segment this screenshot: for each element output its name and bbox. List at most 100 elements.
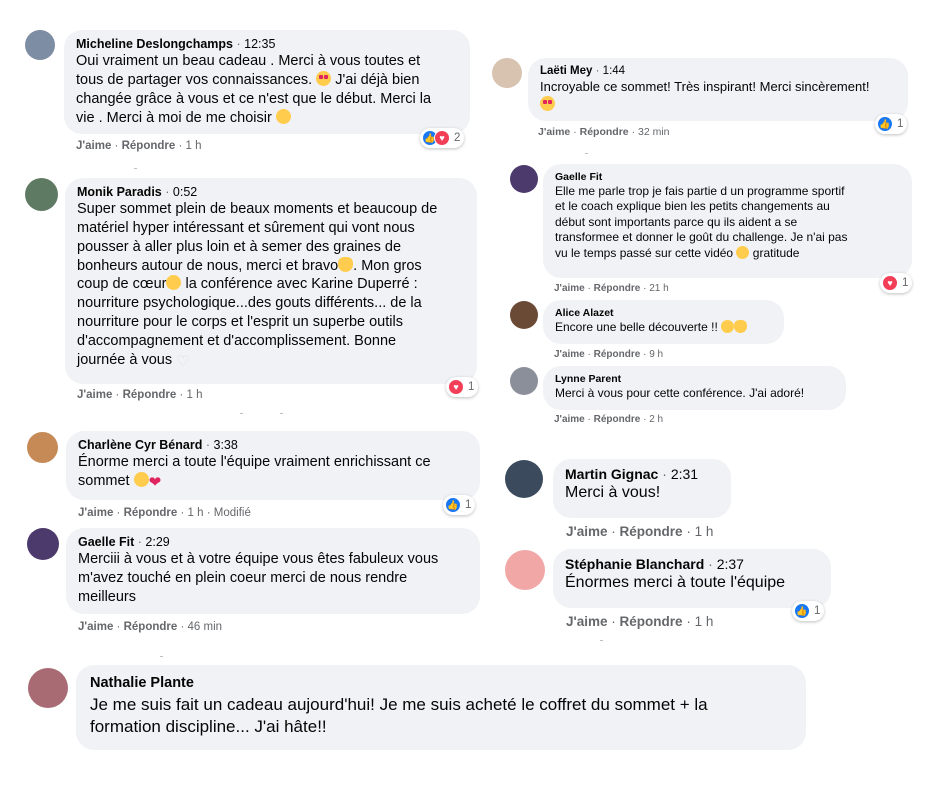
author-name[interactable]: Laëti Mey bbox=[540, 65, 592, 77]
reply-button[interactable]: Répondre bbox=[123, 389, 177, 401]
reaction-count: 1 bbox=[468, 381, 475, 393]
comment-bubble: Laëti Mey · 1:44 Incroyable ce sommet! T… bbox=[528, 58, 908, 121]
comment-actions: J'aime · Répondre · 1 h bbox=[566, 524, 714, 539]
reaction-summary[interactable]: ♥ 1 bbox=[880, 273, 913, 293]
reaction-count: 1 bbox=[465, 499, 472, 511]
like-button[interactable]: J'aime bbox=[538, 126, 570, 138]
comment-text: Oui vraiment un beau cadeau . Merci à vo… bbox=[76, 53, 432, 126]
like-button[interactable]: J'aime bbox=[78, 621, 113, 633]
separator: · bbox=[708, 556, 713, 572]
comment-age[interactable]: 1 h bbox=[695, 614, 714, 629]
author-name[interactable]: Gaelle Fit bbox=[78, 535, 134, 549]
comment-actions: J'aime · Répondre · 2 h bbox=[554, 414, 664, 425]
like-button[interactable]: J'aime bbox=[554, 283, 585, 294]
comment-actions: J'aime · Répondre · 32 min bbox=[538, 126, 670, 138]
smiling-emoji-icon bbox=[736, 245, 750, 259]
avatar[interactable] bbox=[28, 668, 68, 708]
timestamp[interactable]: 2:31 bbox=[671, 466, 698, 482]
timestamp[interactable]: 3:38 bbox=[214, 438, 238, 452]
comment-age[interactable]: 1 h bbox=[695, 524, 714, 539]
author-name[interactable]: Lynne Parent bbox=[555, 373, 621, 385]
comment-age[interactable]: 1 h bbox=[187, 389, 203, 401]
comment-age[interactable]: 1 h bbox=[186, 140, 202, 152]
timestamp[interactable]: 12:35 bbox=[244, 37, 275, 51]
avatar[interactable] bbox=[27, 432, 58, 463]
avatar[interactable] bbox=[505, 550, 545, 590]
comment-bubble: Charlène Cyr Bénard · 3:38 Énorme merci … bbox=[66, 431, 480, 500]
reply-button[interactable]: Répondre bbox=[594, 283, 641, 294]
comment-bubble: Gaelle Fit · 2:29 Merciii à vous et à vo… bbox=[66, 528, 480, 614]
author-name[interactable]: Gaelle Fit bbox=[555, 171, 602, 183]
like-button[interactable]: J'aime bbox=[76, 140, 111, 152]
timestamp[interactable]: 2:29 bbox=[145, 535, 169, 549]
reply-button[interactable]: Répondre bbox=[122, 140, 176, 152]
reply-button[interactable]: Répondre bbox=[594, 414, 641, 425]
reply-button[interactable]: Répondre bbox=[620, 524, 683, 539]
author-name[interactable]: Nathalie Plante bbox=[90, 675, 194, 691]
avatar[interactable] bbox=[510, 367, 538, 395]
like-button[interactable]: J'aime bbox=[566, 614, 608, 629]
reply-button[interactable]: Répondre bbox=[594, 349, 641, 360]
like-reaction-icon: 👍 bbox=[445, 497, 461, 513]
comment-age[interactable]: 9 h bbox=[649, 349, 663, 360]
comment-age[interactable]: 2 h bbox=[649, 414, 663, 425]
reaction-summary[interactable]: ♥ 1 bbox=[446, 377, 479, 397]
timestamp[interactable]: 1:44 bbox=[603, 65, 625, 77]
reply-button[interactable]: Répondre bbox=[124, 621, 178, 633]
avatar[interactable] bbox=[25, 30, 55, 60]
reply-button[interactable]: Répondre bbox=[124, 507, 178, 519]
comment-text: Encore une belle découverte !! bbox=[555, 319, 772, 336]
author-name[interactable]: Monik Paradis bbox=[77, 185, 162, 199]
author-name[interactable]: Stéphanie Blanchard bbox=[565, 556, 704, 572]
comment-text: Super sommet plein de beaux moments et b… bbox=[77, 201, 438, 370]
comment-age[interactable]: 32 min bbox=[638, 126, 670, 138]
reaction-count: 2 bbox=[454, 132, 461, 144]
comment-bubble: Nathalie Plante Je me suis fait un cadea… bbox=[76, 665, 806, 750]
comment-bubble: Lynne Parent Merci à vous pour cette con… bbox=[543, 366, 846, 410]
author-name[interactable]: Martin Gignac bbox=[565, 466, 658, 482]
red-heart-emoji-icon: ❤ bbox=[148, 473, 162, 491]
comment-age[interactable]: 1 h bbox=[188, 507, 204, 519]
comment-actions: J'aime · Répondre · 1 h · Modifié bbox=[78, 507, 251, 519]
comment-bubble: Micheline Deslongchamps · 12:35 Oui vrai… bbox=[64, 30, 470, 134]
smiling-emoji-icon bbox=[133, 471, 149, 487]
like-reaction-icon: 👍 bbox=[877, 116, 893, 132]
reaction-summary[interactable]: 👍 1 bbox=[792, 601, 825, 621]
author-name[interactable]: Alice Alazet bbox=[555, 307, 614, 319]
comment-bubble: Martin Gignac · 2:31 Merci à vous! bbox=[553, 459, 731, 518]
comment-text: Énormes merci à toute l'équipe bbox=[565, 573, 786, 591]
like-button[interactable]: J'aime bbox=[77, 389, 112, 401]
comment-actions: J'aime · Répondre · 1 h bbox=[77, 389, 203, 401]
reply-button[interactable]: Répondre bbox=[580, 126, 629, 138]
avatar[interactable] bbox=[510, 301, 538, 329]
divider bbox=[280, 413, 283, 414]
comment-age[interactable]: 21 h bbox=[649, 283, 668, 294]
separator: · bbox=[205, 438, 211, 452]
comment-age[interactable]: 46 min bbox=[188, 621, 223, 633]
avatar[interactable] bbox=[27, 528, 59, 560]
love-reaction-icon: ♥ bbox=[882, 275, 898, 291]
avatar[interactable] bbox=[25, 178, 58, 211]
like-button[interactable]: J'aime bbox=[554, 349, 585, 360]
timestamp[interactable]: 2:37 bbox=[717, 556, 744, 572]
reaction-summary[interactable]: 👍 1 bbox=[443, 495, 476, 515]
divider bbox=[600, 640, 603, 641]
avatar[interactable] bbox=[505, 460, 543, 498]
like-button[interactable]: J'aime bbox=[554, 414, 585, 425]
comment-actions: J'aime · Répondre · 1 h bbox=[76, 140, 202, 152]
reaction-summary[interactable]: 👍 ♥ 2 bbox=[420, 128, 465, 148]
divider bbox=[240, 413, 243, 414]
like-button[interactable]: J'aime bbox=[78, 507, 113, 519]
author-name[interactable]: Micheline Deslongchamps bbox=[76, 37, 233, 51]
like-button[interactable]: J'aime bbox=[566, 524, 608, 539]
comment-bubble: Alice Alazet Encore une belle découverte… bbox=[543, 300, 784, 344]
reply-button[interactable]: Répondre bbox=[620, 614, 683, 629]
avatar[interactable] bbox=[510, 165, 538, 193]
reaction-summary[interactable]: 👍 1 bbox=[875, 114, 908, 134]
author-name[interactable]: Charlène Cyr Bénard bbox=[78, 438, 202, 452]
comment-actions: J'aime · Répondre · 21 h bbox=[554, 283, 669, 294]
comment-text: Incroyable ce sommet! Très inspirant! Me… bbox=[540, 79, 896, 114]
avatar[interactable] bbox=[492, 58, 522, 88]
timestamp[interactable]: 0:52 bbox=[173, 185, 197, 199]
comment-actions: J'aime · Répondre · 9 h bbox=[554, 349, 664, 360]
